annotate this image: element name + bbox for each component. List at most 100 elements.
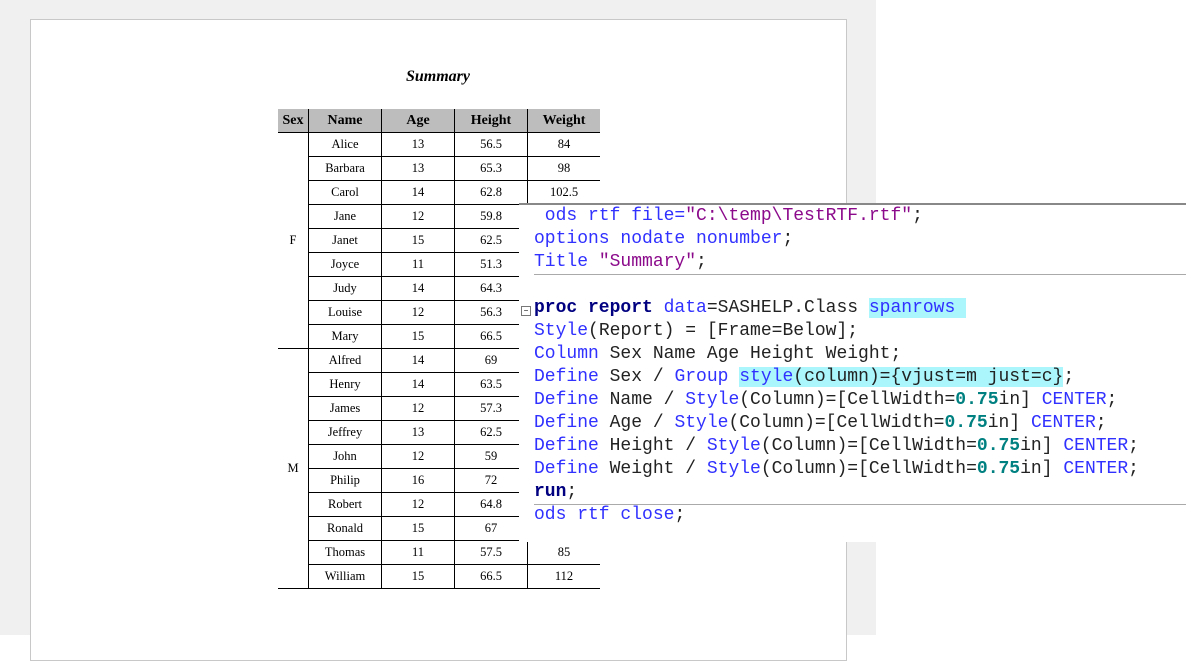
cell-height: 62.5: [454, 228, 528, 253]
code-token: ;: [1128, 459, 1139, 479]
cell-height: 57.5: [454, 540, 528, 565]
cell-height: 64.3: [454, 276, 528, 301]
cell-name: Alice: [308, 132, 382, 157]
code-line: proc report data=SASHELP.Class spanrows: [534, 297, 967, 320]
code-token: ;: [912, 206, 923, 226]
code-token: spanrows: [868, 298, 967, 318]
code-token: Define: [534, 436, 599, 456]
code-line: Define Sex / Group style(column)={vjust=…: [534, 366, 1074, 389]
code-token: ;: [1106, 390, 1118, 410]
cell-weight: 102.5: [527, 180, 600, 205]
code-token: options nodate nonumber: [534, 229, 783, 249]
code-token: run: [534, 482, 567, 502]
cell-name: Janet: [308, 228, 382, 253]
code-token: (Column)=[CellWidth=: [728, 413, 945, 433]
code-token: Style: [685, 390, 740, 410]
code-token: ;: [1095, 413, 1107, 433]
code-token: in]: [987, 413, 1031, 433]
code-line: Title "Summary";: [534, 251, 707, 274]
cell-height: 67: [454, 516, 528, 541]
cell-age: 15: [381, 228, 455, 253]
cell-age: 12: [381, 396, 455, 421]
code-token: 0.75: [955, 390, 999, 410]
cell-height: 65.3: [454, 156, 528, 181]
code-token: Define: [534, 459, 599, 479]
cell-age: 12: [381, 204, 455, 229]
code-token: =SASHELP.Class: [706, 298, 869, 318]
cell-height: 57.3: [454, 396, 528, 421]
code-token: Sex /: [598, 367, 675, 387]
cell-height: 72: [454, 468, 528, 493]
fold-collapse-icon[interactable]: −: [521, 306, 531, 316]
column-header-weight: Weight: [527, 109, 600, 133]
cell-name: Robert: [308, 492, 382, 517]
code-line: run;: [534, 481, 577, 504]
cell-age: 13: [381, 156, 455, 181]
code-line: options nodate nonumber;: [534, 228, 793, 251]
code-token: CENTER: [1030, 413, 1096, 433]
code-token: in]: [998, 390, 1042, 410]
code-token: in]: [1020, 459, 1064, 479]
code-token: CENTER: [1041, 390, 1107, 410]
cell-height: 63.5: [454, 372, 528, 397]
cell-weight: 84: [527, 132, 600, 157]
code-token: ;: [696, 252, 707, 272]
code-token: (Column)=[CellWidth=: [739, 390, 956, 410]
cell-age: 11: [381, 252, 455, 277]
cell-age: 12: [381, 444, 455, 469]
cell-weight: 112: [527, 564, 600, 589]
table-row: F Alice 13 56.5 84: [278, 132, 600, 349]
code-token: 0.75: [976, 459, 1021, 479]
code-token: (Column)=[CellWidth=: [760, 459, 977, 479]
code-editor[interactable]: − ods rtf file="C:\temp\TestRTF.rtf"; opt…: [519, 203, 1186, 542]
code-token: Define: [534, 367, 599, 387]
code-token: Define: [534, 390, 599, 410]
table-row: William 15 66.5 112: [278, 564, 600, 589]
cell-age: 15: [381, 564, 455, 589]
column-header-age: Age: [381, 109, 455, 133]
code-token: data: [652, 298, 707, 318]
cell-height: 69: [454, 348, 528, 373]
code-token: Style: [706, 459, 761, 479]
code-token: ;: [1128, 436, 1139, 456]
cell-name: Jane: [308, 204, 382, 229]
code-token: Define: [534, 413, 599, 433]
column-header-height: Height: [454, 109, 528, 133]
cell-height: 64.8: [454, 492, 528, 517]
code-line: Define Name / Style(Column)=[CellWidth=0…: [534, 389, 1117, 412]
cell-name: Carol: [308, 180, 382, 205]
cell-name: Alfred: [308, 348, 382, 373]
code-token: ;: [1063, 367, 1075, 387]
sex-group-cell: M: [278, 348, 309, 589]
cell-age: 14: [381, 180, 455, 205]
cell-name: Joyce: [308, 252, 382, 277]
cell-age: 13: [381, 420, 455, 445]
cell-name: Mary: [308, 324, 382, 349]
cell-age: 15: [381, 324, 455, 349]
code-token: proc report: [534, 298, 653, 318]
code-token: CENTER: [1063, 436, 1129, 456]
cell-age: 14: [381, 348, 455, 373]
code-token: Weight /: [598, 459, 707, 479]
table-header-row: Sex Name Age Height Weight: [278, 109, 600, 133]
cell-age: 13: [381, 132, 455, 157]
cell-name: Jeffrey: [308, 420, 382, 445]
code-line: Define Height / Style(Column)=[CellWidth…: [534, 435, 1139, 458]
code-token: ;: [566, 482, 578, 502]
column-header-sex: Sex: [278, 109, 309, 133]
cell-height: 62.5: [454, 420, 528, 445]
code-token: CENTER: [1063, 459, 1129, 479]
code-token: ods rtf close: [534, 505, 675, 525]
cell-weight: 98: [527, 156, 600, 181]
column-header-name: Name: [308, 109, 382, 133]
code-line: Column Sex Name Age Height Weight;: [534, 343, 901, 366]
cell-name: Ronald: [308, 516, 382, 541]
cell-height: 59.8: [454, 204, 528, 229]
code-line: ods rtf file="C:\temp\TestRTF.rtf";: [534, 205, 923, 228]
cell-age: 14: [381, 372, 455, 397]
code-token: Group: [674, 367, 740, 387]
report-title: Summary: [405, 68, 470, 85]
code-token: 0.75: [944, 413, 988, 433]
code-token: Title: [534, 252, 599, 272]
cell-height: 66.5: [454, 324, 528, 349]
